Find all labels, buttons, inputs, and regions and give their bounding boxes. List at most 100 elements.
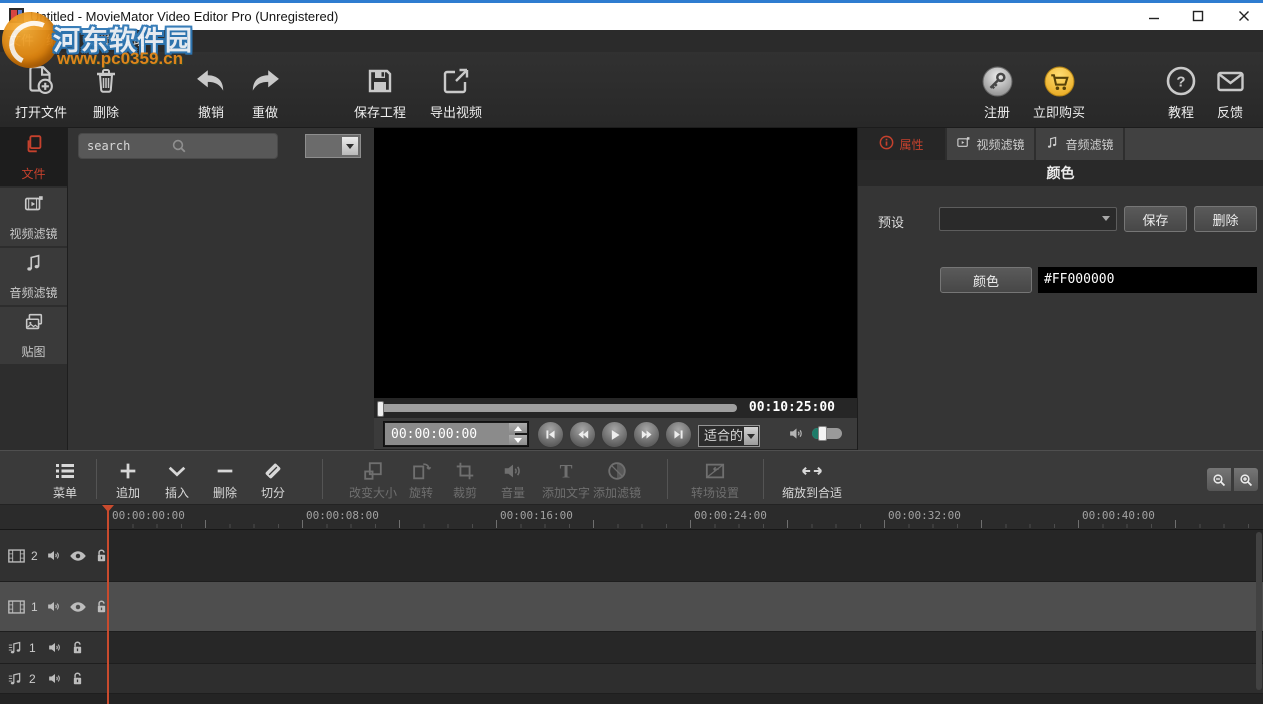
scrub-row: 00:10:25:00 (374, 398, 857, 418)
track-header-a1[interactable]: 1 (0, 632, 108, 663)
playhead[interactable] (107, 505, 109, 704)
timeline: 00:00:00:00 00:00:08:00 00:00:16:00 00:0… (0, 505, 1263, 704)
mute-toggle-icon[interactable] (47, 641, 63, 654)
redo-button[interactable]: 重做 (227, 60, 303, 124)
sidebar-tab-files[interactable]: 文件 (0, 128, 67, 186)
timeline-ruler[interactable]: 00:00:00:00 00:00:08:00 00:00:16:00 00:0… (0, 505, 1263, 530)
resize-label: 改变大小 (349, 486, 397, 500)
menu-settings[interactable]: 设置 (78, 30, 116, 52)
volume-handle[interactable] (818, 426, 827, 441)
color-value-field[interactable]: #FF000000 (1038, 267, 1257, 293)
timeline-menu-button[interactable]: 菜单 (37, 457, 93, 501)
add-text-label: 添加文字 (542, 486, 590, 500)
preset-dropdown[interactable] (939, 207, 1117, 231)
tab-audio-filters[interactable]: 音频滤镜 (1036, 128, 1125, 160)
sidebar-tab-stickers[interactable]: 贴图 (0, 307, 67, 364)
insert-button[interactable]: 插入 (155, 457, 199, 501)
skip-to-start-button[interactable] (537, 421, 564, 448)
zoom-fit-label: 缩放到合适 (782, 486, 842, 500)
properties-tabbar: 属性 视频滤镜 (858, 128, 1263, 160)
mute-toggle-icon[interactable] (46, 600, 62, 613)
preset-save-button[interactable]: 保存 (1124, 206, 1187, 232)
append-button[interactable]: 追加 (106, 457, 150, 501)
save-project-label: 保存工程 (342, 102, 418, 121)
split-button[interactable]: 切分 (251, 457, 295, 501)
lock-toggle-icon[interactable] (71, 671, 84, 686)
feedback-button[interactable]: 反馈 (1192, 60, 1263, 124)
tab-properties-label: 属性 (899, 136, 923, 153)
video-track-icon (8, 549, 25, 563)
delete-button[interactable]: 删除 (68, 60, 144, 124)
video-preview-screen (374, 128, 857, 398)
preset-label: 预设 (878, 212, 904, 231)
timecode-down-button[interactable] (509, 435, 527, 445)
file-view-dropdown[interactable] (305, 134, 361, 158)
fast-forward-button[interactable] (633, 421, 660, 448)
zoom-fit-button[interactable]: 缩放到合适 (777, 457, 847, 501)
add-text-button: T 添加文字 (537, 457, 595, 501)
resize-icon (343, 457, 403, 484)
export-video-button[interactable]: 导出视频 (418, 60, 494, 124)
close-button[interactable] (1223, 3, 1263, 29)
seek-handle[interactable] (377, 401, 384, 417)
resize-button: 改变大小 (343, 457, 403, 501)
track-lane-a1[interactable] (108, 632, 1263, 663)
maximize-button[interactable] (1177, 3, 1219, 29)
minimize-button[interactable] (1133, 3, 1175, 29)
track-header-a2[interactable]: 2 (0, 664, 108, 693)
visibility-toggle-icon[interactable] (69, 601, 87, 613)
track-lane-v1[interactable] (108, 582, 1263, 631)
ruler-major-ticks (108, 520, 1263, 528)
playhead-handle[interactable] (102, 505, 114, 512)
tab-properties[interactable]: 属性 (858, 128, 947, 160)
split-icon (251, 457, 295, 484)
volume-button: 音量 (491, 457, 535, 501)
tab-video-filters[interactable]: 视频滤镜 (947, 128, 1036, 160)
volume-slider[interactable] (812, 428, 842, 439)
timeline-zoom-out-button[interactable] (1206, 467, 1232, 492)
toolbar-separator (322, 459, 323, 499)
current-time-input[interactable] (385, 423, 515, 445)
rotate-icon (399, 457, 443, 484)
sidebar-tab-video-filters[interactable]: 视频滤镜 (0, 188, 67, 246)
timeline-bottom-strip (0, 694, 1263, 704)
timecode-up-button[interactable] (509, 423, 527, 433)
total-duration: 00:10:25:00 (749, 400, 835, 415)
track-header-v1[interactable]: 1 (0, 582, 108, 631)
skip-to-end-button[interactable] (665, 421, 692, 448)
moviemator-window: Untitled - MovieMator Video Editor Pro (… (0, 0, 1263, 704)
preview-zoom-dropdown[interactable]: 适合的 (698, 425, 760, 447)
trash-icon (68, 60, 144, 102)
crop-button: 裁剪 (443, 457, 487, 501)
buy-now-button[interactable]: 立即购买 (1021, 60, 1097, 124)
menu-help[interactable]: 帮助 (114, 30, 152, 52)
visibility-toggle-icon[interactable] (69, 550, 87, 562)
color-picker-button[interactable]: 颜色 (940, 267, 1032, 293)
mute-toggle-icon[interactable] (46, 549, 62, 562)
sidebar-tab-audio-filters[interactable]: 音频滤镜 (0, 248, 67, 305)
search-box (78, 133, 278, 159)
preset-save-label: 保存 (1142, 210, 1168, 229)
rewind-button[interactable] (569, 421, 596, 448)
tab-video-filters-label: 视频滤镜 (976, 136, 1024, 153)
transition-settings-label: 转场设置 (691, 486, 739, 500)
preset-delete-button[interactable]: 删除 (1194, 206, 1257, 232)
ripple-delete-button[interactable]: 删除 (203, 457, 247, 501)
mute-toggle-icon[interactable] (47, 672, 63, 685)
track-lane-a2[interactable] (108, 664, 1263, 693)
timeline-menu-label: 菜单 (53, 486, 77, 500)
save-project-button[interactable]: 保存工程 (342, 60, 418, 124)
timeline-scrollbar[interactable] (1256, 532, 1262, 690)
play-button[interactable] (601, 421, 628, 448)
track-lane-v2[interactable] (108, 530, 1263, 581)
seek-bar[interactable] (377, 404, 737, 412)
timeline-zoom-in-button[interactable] (1233, 467, 1259, 492)
search-input[interactable] (79, 134, 277, 158)
menu-file[interactable]: 文件 (2, 30, 40, 52)
lock-toggle-icon[interactable] (71, 640, 84, 655)
track-header-v2[interactable]: 2 (0, 530, 108, 581)
menu-edit[interactable]: 编辑 (40, 30, 78, 52)
video-filter-icon (956, 135, 971, 153)
app-icon (9, 8, 24, 23)
speaker-icon[interactable] (788, 426, 805, 446)
